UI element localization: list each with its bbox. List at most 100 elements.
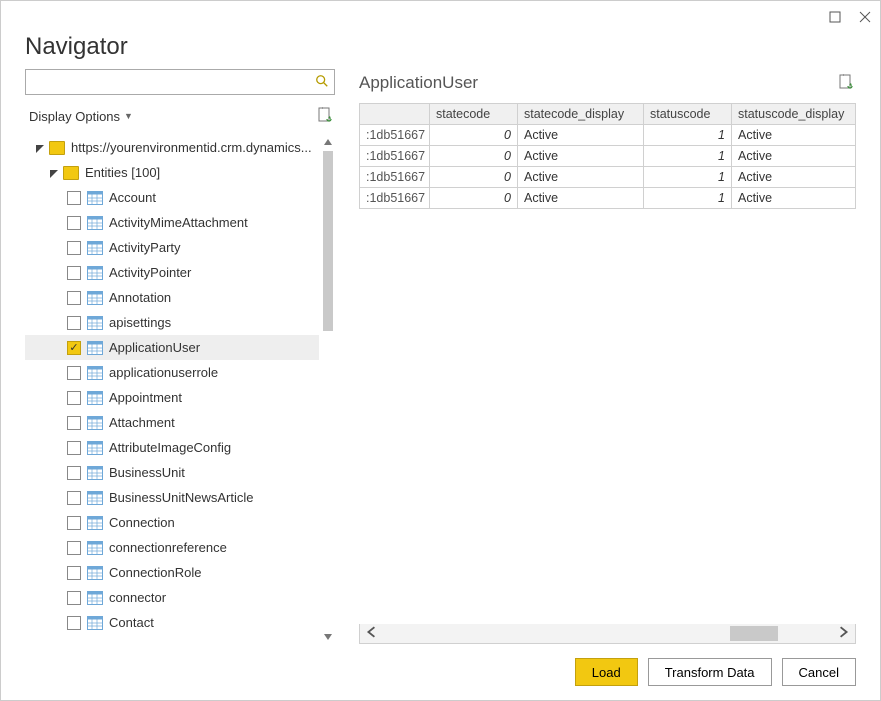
maximize-button[interactable] <box>828 10 842 24</box>
tree-entity-item[interactable]: connectionreference <box>25 535 319 560</box>
scroll-thumb[interactable] <box>323 151 333 331</box>
display-options-button[interactable]: Display Options ▼ <box>25 107 137 126</box>
checkbox[interactable]: ✓ <box>67 341 81 355</box>
checkbox[interactable] <box>67 391 81 405</box>
column-header[interactable]: statecode <box>430 104 518 125</box>
checkbox[interactable] <box>67 491 81 505</box>
cell: :1db51667 <box>360 188 430 209</box>
cell: 1 <box>644 146 732 167</box>
checkbox[interactable] <box>67 241 81 255</box>
transform-data-button[interactable]: Transform Data <box>648 658 772 686</box>
tree-root-label: https://yourenvironmentid.crm.dynamics..… <box>71 140 319 155</box>
load-button[interactable]: Load <box>575 658 638 686</box>
table-row[interactable]: :1db516670Active1Active <box>360 125 856 146</box>
caret-down-icon[interactable] <box>35 143 45 153</box>
checkbox[interactable] <box>67 616 81 630</box>
column-header[interactable]: statuscode_display <box>732 104 856 125</box>
tree-entity-item[interactable]: BusinessUnit <box>25 460 319 485</box>
checkbox[interactable] <box>67 466 81 480</box>
table-icon <box>87 491 103 505</box>
tree-entity-item[interactable]: BusinessUnitNewsArticle <box>25 485 319 510</box>
close-button[interactable] <box>858 10 872 24</box>
cell: 1 <box>644 125 732 146</box>
table-icon <box>87 616 103 630</box>
tree-item-label: ApplicationUser <box>109 340 319 355</box>
checkbox[interactable] <box>67 191 81 205</box>
tree-entity-item[interactable]: connector <box>25 585 319 610</box>
scroll-left-arrow[interactable] <box>366 626 378 641</box>
checkbox[interactable] <box>67 316 81 330</box>
tree-item-label: AttributeImageConfig <box>109 440 319 455</box>
preview-table[interactable]: statecode statecode_display statuscode s… <box>359 103 856 209</box>
cell: 1 <box>644 188 732 209</box>
cell: 1 <box>644 167 732 188</box>
tree-entity-item[interactable]: Contact <box>25 610 319 635</box>
refresh-icon[interactable] <box>317 107 335 125</box>
cancel-button[interactable]: Cancel <box>782 658 856 686</box>
tree-entity-item[interactable]: ActivityPointer <box>25 260 319 285</box>
tree-item-label: Contact <box>109 615 319 630</box>
tree-item-label: connectionreference <box>109 540 319 555</box>
table-icon <box>87 541 103 555</box>
navigator-window: Navigator Display Options ▼ <box>0 0 881 701</box>
checkbox[interactable] <box>67 591 81 605</box>
tree-entity-item[interactable]: Annotation <box>25 285 319 310</box>
titlebar <box>1 1 880 33</box>
tree-entity-item[interactable]: Connection <box>25 510 319 535</box>
checkbox[interactable] <box>67 366 81 380</box>
tree-entity-item[interactable]: Attachment <box>25 410 319 435</box>
right-pane: ApplicationUser statecode statecode_disp… <box>359 69 856 644</box>
checkbox[interactable] <box>67 216 81 230</box>
checkbox[interactable] <box>67 541 81 555</box>
footer: Load Transform Data Cancel <box>1 644 880 700</box>
tree-entity-item[interactable]: Appointment <box>25 385 319 410</box>
tree-entity-item[interactable]: applicationuserrole <box>25 360 319 385</box>
cell: 0 <box>430 188 518 209</box>
search-input[interactable] <box>26 70 310 94</box>
checkbox[interactable] <box>67 441 81 455</box>
tree-entities-node[interactable]: Entities [100] <box>25 160 319 185</box>
table-icon <box>87 341 103 355</box>
checkbox[interactable] <box>67 266 81 280</box>
table-row[interactable]: :1db516670Active1Active <box>360 167 856 188</box>
tree-root-node[interactable]: https://yourenvironmentid.crm.dynamics..… <box>25 135 319 160</box>
horizontal-scrollbar[interactable] <box>359 624 856 644</box>
column-header[interactable] <box>360 104 430 125</box>
scroll-right-arrow[interactable] <box>837 626 849 641</box>
scroll-up-arrow[interactable] <box>321 135 335 149</box>
column-header[interactable]: statuscode <box>644 104 732 125</box>
search-icon[interactable] <box>310 74 334 91</box>
tree-entity-item[interactable]: AttributeImageConfig <box>25 435 319 460</box>
checkbox[interactable] <box>67 291 81 305</box>
scroll-down-arrow[interactable] <box>321 630 335 644</box>
checkbox[interactable] <box>67 416 81 430</box>
table-row[interactable]: :1db516670Active1Active <box>360 188 856 209</box>
table-row[interactable]: :1db516670Active1Active <box>360 146 856 167</box>
preview-options-icon[interactable] <box>838 74 856 92</box>
table-icon <box>87 266 103 280</box>
checkbox[interactable] <box>67 516 81 530</box>
tree-entity-item[interactable]: ConnectionRole <box>25 560 319 585</box>
tree-item-label: Connection <box>109 515 319 530</box>
cell: Active <box>518 167 644 188</box>
checkbox[interactable] <box>67 566 81 580</box>
search-box[interactable] <box>25 69 335 95</box>
table-icon <box>87 566 103 580</box>
caret-down-icon[interactable] <box>49 168 59 178</box>
tree-entity-item[interactable]: ActivityParty <box>25 235 319 260</box>
tree-entity-item[interactable]: ActivityMimeAttachment <box>25 210 319 235</box>
options-row: Display Options ▼ <box>25 103 335 129</box>
scroll-thumb[interactable] <box>730 626 778 641</box>
tree-entity-item[interactable]: Account <box>25 185 319 210</box>
table-icon <box>87 291 103 305</box>
cell: 0 <box>430 146 518 167</box>
column-header[interactable]: statecode_display <box>518 104 644 125</box>
chevron-down-icon: ▼ <box>124 111 133 121</box>
display-options-label: Display Options <box>29 109 120 124</box>
tree-item-label: Account <box>109 190 319 205</box>
vertical-scrollbar[interactable] <box>321 135 335 644</box>
table-icon <box>87 316 103 330</box>
tree-entity-item[interactable]: ✓ ApplicationUser <box>25 335 319 360</box>
tree-entity-item[interactable]: apisettings <box>25 310 319 335</box>
entity-tree[interactable]: https://yourenvironmentid.crm.dynamics..… <box>25 135 335 644</box>
